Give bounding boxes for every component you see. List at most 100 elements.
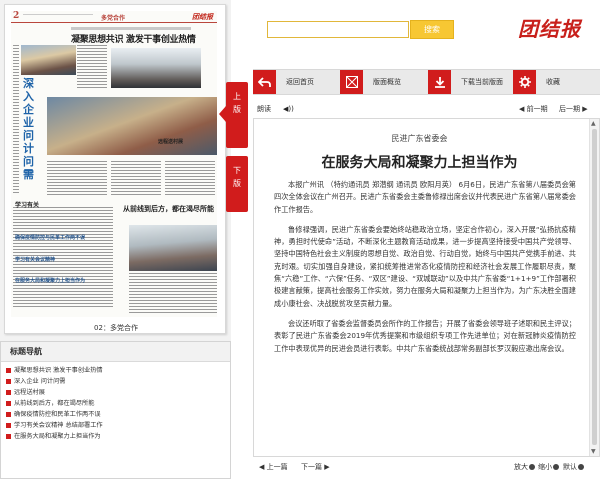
nav-item-label[interactable]: 凝聚思想共识 激发干事创业热情 xyxy=(14,365,103,376)
headline-kicker xyxy=(71,27,191,30)
zoom-out-label: 缩小 xyxy=(538,463,552,471)
nav-item[interactable]: 凝聚思想共识 激发干事创业热情 xyxy=(6,365,230,376)
zoom-dot-icon xyxy=(578,464,584,470)
article-paragraph: 本报广州讯 （特约通讯员 郑潜纲 通讯员 欧阳月英） 6月6日，民进广东省第八届… xyxy=(274,180,576,214)
bullet-icon xyxy=(6,434,11,439)
download-button[interactable]: 下载当前版面 xyxy=(428,70,503,94)
page-date-line xyxy=(23,14,93,18)
page-caption: 02：多党合作 xyxy=(94,324,138,332)
tab-char: 上 xyxy=(233,92,241,101)
bullet-icon xyxy=(6,401,11,406)
default-zoom-label: 默认 xyxy=(563,463,577,471)
zoom-dot-icon xyxy=(553,464,559,470)
right-pane: 搜索 团结报 返回首页 版面概览 下载当前版面 收藏 朗读 ◀)) ◀ 前一期 … xyxy=(250,0,600,479)
nav-item[interactable]: 确保疫情防控和民革工作两不误 xyxy=(6,409,230,420)
bullet-icon xyxy=(6,379,11,384)
news-photo[interactable] xyxy=(21,45,76,75)
title-navigation: 标题导航 凝聚思想共识 激发干事创业热情 深入企业 问计问需 远程送村展 从前线… xyxy=(0,341,231,479)
scroll-up-icon[interactable]: ▲ xyxy=(591,120,596,127)
page-thumbnail[interactable]: 2 多党合作 团结报 凝聚思想共识 激发干事创业热情 深入企业 问计问需 远程送… xyxy=(4,4,226,334)
home-button[interactable]: 返回首页 xyxy=(253,70,314,94)
small-title[interactable]: 学习有关 xyxy=(15,200,39,209)
nav-item-label[interactable]: 远程送村展 xyxy=(14,387,45,398)
next-page-tab[interactable]: 下 版 xyxy=(226,156,248,212)
bullet-icon xyxy=(6,390,11,395)
gear-icon xyxy=(513,70,536,94)
page-logo: 团结报 xyxy=(192,12,213,21)
back-arrow-icon xyxy=(253,70,276,94)
read-bar: 朗读 ◀)) ◀ 前一期 后一期 ▶ xyxy=(253,104,600,116)
favorite-button[interactable]: 收藏 xyxy=(513,70,560,94)
page-section: 多党合作 xyxy=(101,15,126,22)
page-tabs: 上 版 下 版 xyxy=(219,0,248,479)
tab-char: 下 xyxy=(233,166,241,175)
overview-label: 版面概览 xyxy=(373,78,401,86)
nav-item-label[interactable]: 在服务大局和凝聚力上担当作为 xyxy=(14,431,101,442)
left-pane: 2 多党合作 团结报 凝聚思想共识 激发干事创业热情 深入企业 问计问需 远程送… xyxy=(0,0,231,479)
scroll-thumb[interactable] xyxy=(592,129,597,445)
next-article-link[interactable]: 下一篇 ▶ xyxy=(301,462,330,472)
news-photo[interactable] xyxy=(129,225,217,271)
next-issue-link[interactable]: 后一期 ▶ xyxy=(559,104,588,114)
read-aloud-label[interactable]: 朗读 xyxy=(257,104,271,114)
search-input[interactable] xyxy=(267,21,409,38)
vertical-headline[interactable]: 深入企业 问计问需 xyxy=(23,77,43,181)
photo-caption: 远程送村展 xyxy=(158,139,184,145)
page-number: 2 xyxy=(13,11,20,21)
news-photo[interactable] xyxy=(47,97,217,155)
search-button[interactable]: 搜索 xyxy=(410,20,454,39)
nav-item[interactable]: 远程送村展 xyxy=(6,387,230,398)
article-title: 在服务大局和凝聚力上担当作为 xyxy=(321,155,518,171)
page-header: 2 多党合作 团结报 xyxy=(11,11,217,23)
zoom-dot-icon xyxy=(529,464,535,470)
nav-list: 凝聚思想共识 激发干事创业热情 深入企业 问计问需 远程送村展 从前线到后方，都… xyxy=(1,362,230,442)
text-column xyxy=(47,161,107,197)
newspaper-page[interactable]: 2 多党合作 团结报 凝聚思想共识 激发干事创业热情 深入企业 问计问需 远程送… xyxy=(11,11,217,317)
nav-title: 标题导航 xyxy=(1,342,230,362)
nav-item-label[interactable]: 学习有关会议精神 总结部署工作 xyxy=(14,420,103,431)
page-headline[interactable]: 凝聚思想共识 激发干事创业热情 xyxy=(71,32,196,45)
small-title[interactable]: 在服务大局和凝聚力上担当作为 xyxy=(15,277,85,284)
nav-item-label[interactable]: 深入企业 问计问需 xyxy=(14,376,65,387)
nav-item[interactable]: 在服务大局和凝聚力上担当作为 xyxy=(6,431,230,442)
bullet-icon xyxy=(6,412,11,417)
article-panel: 民进广东省委会 在服务大局和凝聚力上担当作为 本报广州讯 （特约通讯员 郑潜纲 … xyxy=(253,118,600,457)
tab-char: 版 xyxy=(233,179,241,188)
text-column xyxy=(129,273,217,313)
zoom-in-button[interactable]: 放大 xyxy=(514,462,535,472)
nav-item[interactable]: 深入企业 问计问需 xyxy=(6,376,230,387)
next-article-label: 下一篇 xyxy=(301,463,322,471)
nav-item-label[interactable]: 从前线到后方，都在竭尽所能 xyxy=(14,398,94,409)
article-body: 本报广州讯 （特约通讯员 郑潜纲 通讯员 欧阳月英） 6月6日，民进广东省第八届… xyxy=(274,179,576,363)
text-column xyxy=(111,161,161,197)
scrollbar[interactable]: ▲ ▼ xyxy=(589,119,599,456)
scroll-down-icon[interactable]: ▼ xyxy=(591,448,596,455)
overview-button[interactable]: 版面概览 xyxy=(340,70,401,94)
nav-item-label[interactable]: 确保疫情防控和民革工作两不误 xyxy=(14,409,101,420)
article-paragraph: 鲁修禄强调，民进广东省委会要始终站稳政治立场，坚定合作初心，深入开展“弘扬抗疫精… xyxy=(274,224,576,308)
nav-item[interactable]: 学习有关会议精神 总结部署工作 xyxy=(6,420,230,431)
small-title[interactable]: 学习有关会议精神 xyxy=(15,256,55,263)
news-photo[interactable] xyxy=(111,48,201,88)
prev-page-tab[interactable]: 上 版 xyxy=(219,82,248,148)
article-footer: ◀ 上一篇 下一篇 ▶ 放大 缩小 默认 xyxy=(253,460,600,474)
prev-article-link[interactable]: ◀ 上一篇 xyxy=(259,462,288,472)
zoom-out-button[interactable]: 缩小 xyxy=(538,462,559,472)
prev-article-label: 上一篇 xyxy=(266,463,288,471)
nav-item[interactable]: 从前线到后方，都在竭尽所能 xyxy=(6,398,230,409)
download-label: 下载当前版面 xyxy=(461,78,503,86)
small-title[interactable]: 确保疫情防控与民革工作两不误 xyxy=(15,234,85,241)
text-column xyxy=(77,45,107,89)
bullet-icon xyxy=(6,423,11,428)
tab-char: 版 xyxy=(233,105,241,114)
story-headline[interactable]: 从前线到后方，都在渴尽所能 xyxy=(123,204,214,214)
prev-issue-link[interactable]: ◀ 前一期 xyxy=(519,104,548,114)
zoom-in-label: 放大 xyxy=(514,463,528,471)
text-column xyxy=(165,161,215,197)
favorite-label: 收藏 xyxy=(546,78,560,86)
default-zoom-button[interactable]: 默认 xyxy=(563,462,584,472)
brand-logo: 团结报 xyxy=(518,17,581,41)
article-department: 民进广东省委会 xyxy=(391,134,448,143)
text-column xyxy=(13,45,19,195)
speaker-icon[interactable]: ◀)) xyxy=(283,105,294,113)
